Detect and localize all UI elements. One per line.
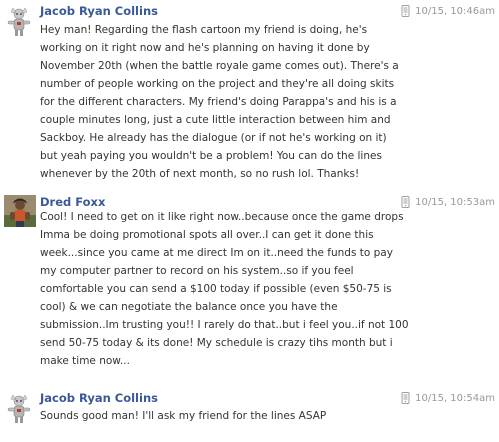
message-line: Imma be doing promotional spots all over… [40, 229, 374, 241]
message-timestamp: 10/15, 10:54am [415, 392, 495, 404]
jacob-avatar[interactable] [2, 4, 36, 38]
sender-name-link[interactable]: Dred Foxx [40, 195, 105, 209]
message-line: working on it right now and he's plannin… [40, 42, 370, 54]
message-line: send 50-75 today & its done! My schedule… [40, 337, 393, 349]
mobile-phone-icon [401, 392, 410, 404]
message-line: but yeah paying you wouldn't be a proble… [40, 150, 382, 162]
message-line: whenever by the 20th of next month, so n… [40, 168, 360, 180]
message-line: Hey man! Regarding the flash cartoon my … [40, 24, 368, 36]
sender-name-link[interactable]: Jacob Ryan Collins [40, 391, 158, 405]
message-thread: Jacob Ryan Collins 10/15, 10:46am Hey ma… [0, 0, 499, 442]
sender-name-link[interactable]: Jacob Ryan Collins [40, 4, 158, 18]
message-line: my computer partner to record on his sys… [40, 265, 354, 277]
message-body: Hey man! Regarding the flash cartoon my … [40, 21, 497, 183]
mobile-phone-icon [401, 196, 410, 208]
jacob-avatar[interactable] [2, 391, 36, 425]
message-line: comfortable you can send a $100 today if… [40, 283, 392, 295]
message-body: Sounds good man! I'll ask my friend for … [40, 407, 497, 425]
message-meta: 10/15, 10:54am [400, 392, 495, 404]
message-meta: 10/15, 10:46am [400, 5, 495, 17]
message-body: Cool! I need to get on it like right now… [40, 208, 497, 370]
mobile-phone-icon [401, 5, 410, 17]
message-timestamp: 10/15, 10:53am [415, 196, 495, 208]
dred-avatar[interactable] [4, 195, 36, 227]
message-line: couple minutes long, just a cute little … [40, 114, 391, 126]
message-line: November 20th (when the battle royale ga… [40, 60, 399, 72]
message-line: number of people working on the project … [40, 78, 395, 90]
message-line: make time now... [40, 355, 130, 367]
message-line: Cool! I need to get on it like right now… [40, 211, 404, 223]
message-timestamp: 10/15, 10:46am [415, 5, 495, 17]
message-line: cool) & we can negotiate the balance onc… [40, 301, 338, 313]
message-line: week...since you came at me direct Im on… [40, 247, 393, 259]
message-line: Sackboy. He already has the dialogue (or… [40, 132, 387, 144]
message-line: submission..Im trusting you!! I rarely d… [40, 319, 409, 331]
message-line: Sounds good man! I'll ask my friend for … [40, 410, 327, 422]
message-meta: 10/15, 10:53am [400, 196, 495, 208]
message-line: for the different characters. My friend'… [40, 96, 397, 108]
